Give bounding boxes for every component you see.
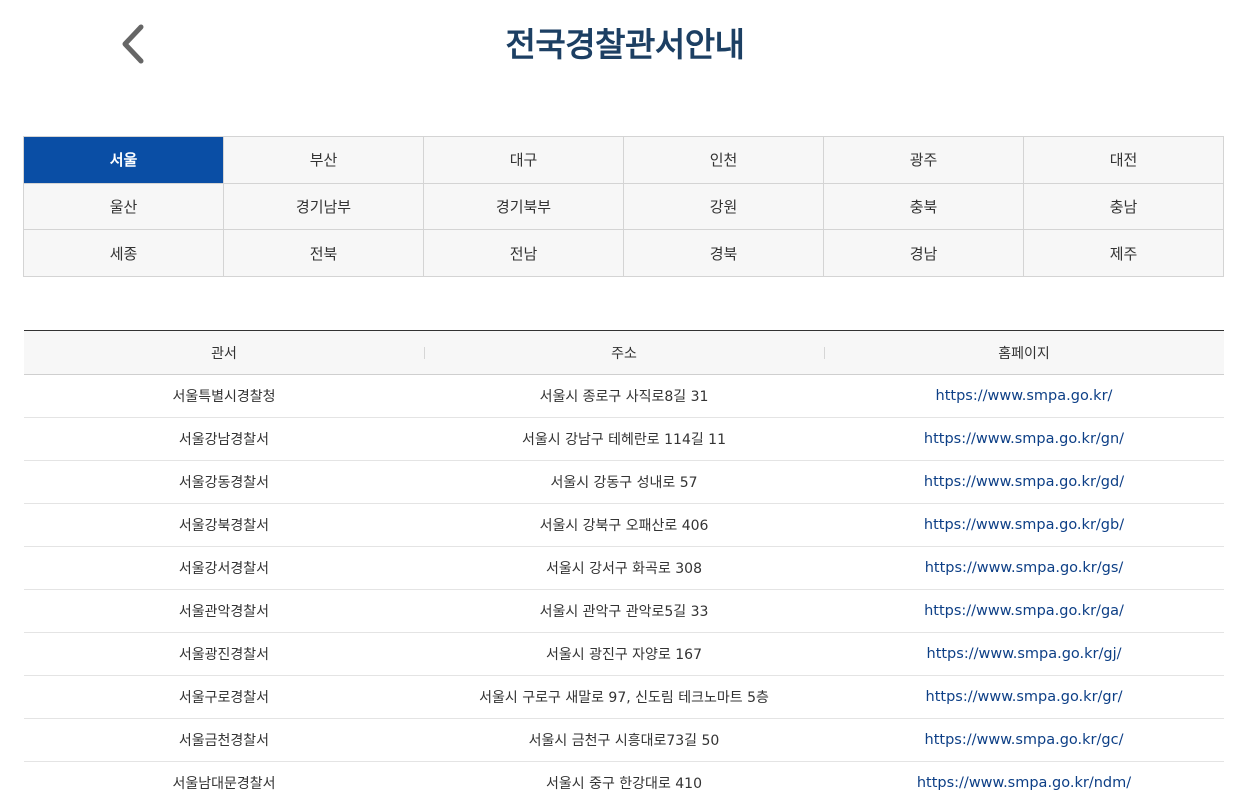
station-address-cell: 서울시 중구 한강대로 410 (424, 761, 824, 796)
region-tab-grid: 서울 부산 대구 인천 광주 대전울산 경기남부 경기북부 강원 충북 충남세종 전북 전남 경북 경남 제주 (23, 136, 1224, 277)
station-homepage-cell: https://www.smpa.go.kr/ga/ (824, 589, 1224, 633)
region-tab-15[interactable]: 전남 (424, 230, 624, 277)
station-name-cell: 서울강동경찰서 (24, 460, 424, 504)
station-homepage-cell: https://www.smpa.go.kr/gj/ (824, 632, 1224, 676)
station-name-cell: 서울강남경찰서 (24, 417, 424, 461)
table-row: 서울광진경찰서 서울시 광진구 자양로 167 https://www.smpa.g… (24, 632, 1224, 676)
station-name-cell: 서울강서경찰서 (24, 546, 424, 590)
region-tab-2[interactable]: 부산 (224, 137, 424, 184)
region-tab-11[interactable]: 충북 (824, 183, 1024, 231)
station-address-cell: 서울시 강남구 테헤란로 114길 11 (424, 417, 824, 461)
region-tab-7[interactable]: 울산 (24, 183, 224, 231)
station-homepage-cell: https://www.smpa.go.kr/ (824, 374, 1224, 418)
station-name-cell: 서울남대문경찰서 (24, 761, 424, 796)
station-address-cell: 서울시 관악구 관악로5길 33 (424, 589, 824, 633)
region-tab-1[interactable]: 서울 (24, 137, 224, 184)
homepage-link[interactable]: https://www.smpa.go.kr/gs/ (925, 560, 1124, 576)
station-name-cell: 서울구로경찰서 (24, 675, 424, 719)
table-header-row: 관서 주소 홈페이지 (24, 330, 1224, 375)
station-table-container: 관서 주소 홈페이지 서울특별시경찰청 서울시 종로구 사직로8길 31 https… (24, 330, 1224, 796)
header: 전국경찰관서안내 (0, 0, 1250, 92)
station-homepage-cell: https://www.smpa.go.kr/gr/ (824, 675, 1224, 719)
region-tab-16[interactable]: 경북 (624, 230, 824, 277)
region-tab-6[interactable]: 대전 (1024, 137, 1224, 184)
station-name-cell: 서울관악경찰서 (24, 589, 424, 633)
station-homepage-cell: https://www.smpa.go.kr/gb/ (824, 503, 1224, 547)
homepage-link[interactable]: https://www.smpa.go.kr/gj/ (927, 646, 1122, 662)
station-homepage-cell: https://www.smpa.go.kr/ndm/ (824, 761, 1224, 796)
table-row: 서울강북경찰서 서울시 강북구 오패산로 406 https://www.smpa.… (24, 503, 1224, 547)
region-tab-10[interactable]: 강원 (624, 183, 824, 231)
region-tab-18[interactable]: 제주 (1024, 230, 1224, 277)
station-name-cell: 서울광진경찰서 (24, 632, 424, 676)
page: 전국경찰관서안내 서울 부산 대구 인천 광주 대전 울산 경기남부 경기북부 강원 충북 충남 세종 전… (0, 0, 1250, 796)
table-row: 서울관악경찰서 서울시 관악구 관악로5길 33 https://www.smpa.… (24, 589, 1224, 633)
table-row: 서울강서경찰서 서울시 강서구 화곡로 308 https://www.smpa.g… (24, 546, 1224, 590)
table-row: 서울특별시경찰청 서울시 종로구 사직로8길 31 https://www.smpa… (24, 374, 1224, 418)
table-body: 서울특별시경찰청 서울시 종로구 사직로8길 31 https://www.smpa… (24, 374, 1224, 796)
station-homepage-cell: https://www.smpa.go.kr/gn/ (824, 417, 1224, 461)
homepage-link[interactable]: https://www.smpa.go.kr/ (936, 388, 1113, 404)
column-header-homepage: 홈페이지 (824, 331, 1224, 375)
homepage-link[interactable]: https://www.smpa.go.kr/gr/ (926, 689, 1123, 705)
station-address-cell: 서울시 강동구 성내로 57 (424, 460, 824, 504)
region-tab-13[interactable]: 세종 (24, 230, 224, 277)
homepage-link[interactable]: https://www.smpa.go.kr/gb/ (924, 517, 1124, 533)
station-homepage-cell: https://www.smpa.go.kr/gd/ (824, 460, 1224, 504)
station-address-cell: 서울시 광진구 자양로 167 (424, 632, 824, 676)
homepage-link[interactable]: https://www.smpa.go.kr/gn/ (924, 431, 1124, 447)
page-title: 전국경찰관서안내 (505, 25, 745, 64)
table-row: 서울구로경찰서 서울시 구로구 새말로 97, 신도림 테크노마트 5층 https… (24, 675, 1224, 719)
station-name-cell: 서울특별시경찰청 (24, 374, 424, 418)
region-tab-4[interactable]: 인천 (624, 137, 824, 184)
region-tab-9[interactable]: 경기북부 (424, 183, 624, 231)
table-row: 서울남대문경찰서 서울시 중구 한강대로 410 https://www.smpa.… (24, 761, 1224, 796)
station-homepage-cell: https://www.smpa.go.kr/gs/ (824, 546, 1224, 590)
column-header-address: 주소 (424, 331, 824, 375)
homepage-link[interactable]: https://www.smpa.go.kr/gd/ (924, 474, 1124, 490)
table-row: 서울강동경찰서 서울시 강동구 성내로 57 https://www.smpa.go… (24, 460, 1224, 504)
station-address-cell: 서울시 금천구 시흥대로73길 50 (424, 718, 824, 762)
station-address-cell: 서울시 구로구 새말로 97, 신도림 테크노마트 5층 (424, 675, 824, 719)
region-tab-8[interactable]: 경기남부 (224, 183, 424, 231)
region-tab-3[interactable]: 대구 (424, 137, 624, 184)
station-homepage-cell: https://www.smpa.go.kr/gc/ (824, 718, 1224, 762)
region-tab-12[interactable]: 충남 (1024, 183, 1224, 231)
station-address-cell: 서울시 강북구 오패산로 406 (424, 503, 824, 547)
station-table: 관서 주소 홈페이지 서울특별시경찰청 서울시 종로구 사직로8길 31 https… (24, 330, 1224, 796)
region-tab-5[interactable]: 광주 (824, 137, 1024, 184)
homepage-link[interactable]: https://www.smpa.go.kr/gc/ (925, 732, 1124, 748)
table-row: 서울강남경찰서 서울시 강남구 테헤란로 114길 11 https://www.s… (24, 417, 1224, 461)
station-address-cell: 서울시 강서구 화곡로 308 (424, 546, 824, 590)
region-tab-17[interactable]: 경남 (824, 230, 1024, 277)
region-tab-14[interactable]: 전북 (224, 230, 424, 277)
station-address-cell: 서울시 종로구 사직로8길 31 (424, 374, 824, 418)
column-header-station: 관서 (211, 345, 237, 362)
homepage-link[interactable]: https://www.smpa.go.kr/ga/ (924, 603, 1124, 619)
station-name-cell: 서울강북경찰서 (24, 503, 424, 547)
table-row: 서울금천경찰서 서울시 금천구 시흥대로73길 50 https://www.smp… (24, 718, 1224, 762)
homepage-link[interactable]: https://www.smpa.go.kr/ndm/ (917, 775, 1131, 791)
station-name-cell: 서울금천경찰서 (24, 718, 424, 762)
